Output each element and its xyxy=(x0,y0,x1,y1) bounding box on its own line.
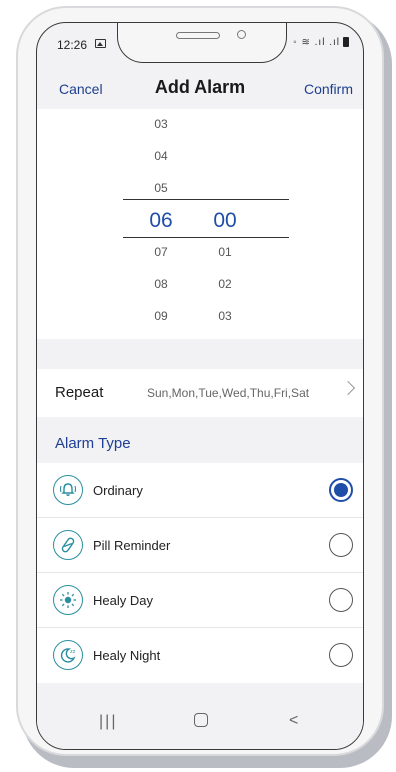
selected-hour[interactable]: 06 xyxy=(131,209,191,233)
radio-button[interactable] xyxy=(329,588,353,612)
signal-icons: ◦ ≋ .ıl .ıl xyxy=(293,37,340,48)
camera-icon xyxy=(237,30,246,39)
minute-option[interactable]: 03 xyxy=(195,309,255,323)
alarm-type-label: Ordinary xyxy=(93,483,143,498)
alarm-type-ordinary[interactable]: Ordinary xyxy=(37,463,363,518)
radio-button[interactable] xyxy=(329,643,353,667)
recent-apps-button[interactable]: ||| xyxy=(99,713,117,731)
alarm-type-pill-reminder[interactable]: Pill Reminder xyxy=(37,518,363,573)
status-bar: 12:26 ◦ ≋ .ıl .ıl xyxy=(37,23,363,67)
selection-line-top xyxy=(123,199,289,200)
bell-icon xyxy=(53,475,83,505)
speaker-icon xyxy=(176,32,220,39)
phone-screen: 12:26 ◦ ≋ .ıl .ıl Cancel Add Alarm Confi… xyxy=(36,22,364,750)
back-button[interactable]: < xyxy=(289,712,298,730)
alarm-type-healy-night[interactable]: zz Healy Night xyxy=(37,628,363,683)
repeat-label: Repeat xyxy=(55,384,104,401)
status-icons: ◦ ≋ .ıl .ıl xyxy=(293,37,349,48)
alarm-type-label: Healy Day xyxy=(93,593,153,608)
hour-option[interactable]: 03 xyxy=(131,117,191,131)
alarm-type-title: Alarm Type xyxy=(55,435,131,452)
header-bar: Cancel Add Alarm Confirm xyxy=(37,67,363,109)
alarm-type-header: Alarm Type xyxy=(37,417,363,463)
selection-line-bottom xyxy=(123,237,289,238)
hour-option[interactable]: 09 xyxy=(131,309,191,323)
alarm-type-label: Healy Night xyxy=(93,648,161,663)
pill-icon xyxy=(53,530,83,560)
minute-option[interactable]: 01 xyxy=(195,245,255,259)
notch xyxy=(117,23,287,63)
svg-text:zz: zz xyxy=(70,649,76,655)
repeat-value: Sun,Mon,Tue,Wed,Thu,Fri,Sat xyxy=(147,386,310,400)
hour-option[interactable]: 07 xyxy=(131,245,191,259)
alarm-type-label: Pill Reminder xyxy=(93,538,171,553)
system-nav-bar: ||| < xyxy=(37,695,363,749)
radio-button[interactable] xyxy=(329,533,353,557)
hour-option[interactable]: 04 xyxy=(131,149,191,163)
repeat-row[interactable]: Repeat Sun,Mon,Tue,Wed,Thu,Fri,Sat xyxy=(37,369,363,417)
sun-icon xyxy=(53,585,83,615)
moon-icon: zz xyxy=(53,640,83,670)
time-picker[interactable]: 03 04 05 06 07 08 09 00 01 02 03 xyxy=(37,109,363,339)
home-button[interactable] xyxy=(194,713,208,727)
selected-minute[interactable]: 00 xyxy=(195,209,255,233)
status-time: 12:26 xyxy=(57,38,88,52)
battery-icon xyxy=(343,37,349,48)
hour-option[interactable]: 05 xyxy=(131,181,191,195)
hour-option[interactable]: 08 xyxy=(131,277,191,291)
chevron-right-icon xyxy=(340,380,356,396)
image-notification-icon xyxy=(95,39,106,48)
section-gap xyxy=(37,339,363,369)
minute-option[interactable]: 02 xyxy=(195,277,255,291)
radio-button-selected[interactable] xyxy=(329,478,353,502)
confirm-button[interactable]: Confirm xyxy=(304,81,353,97)
alarm-type-healy-day[interactable]: Healy Day xyxy=(37,573,363,628)
